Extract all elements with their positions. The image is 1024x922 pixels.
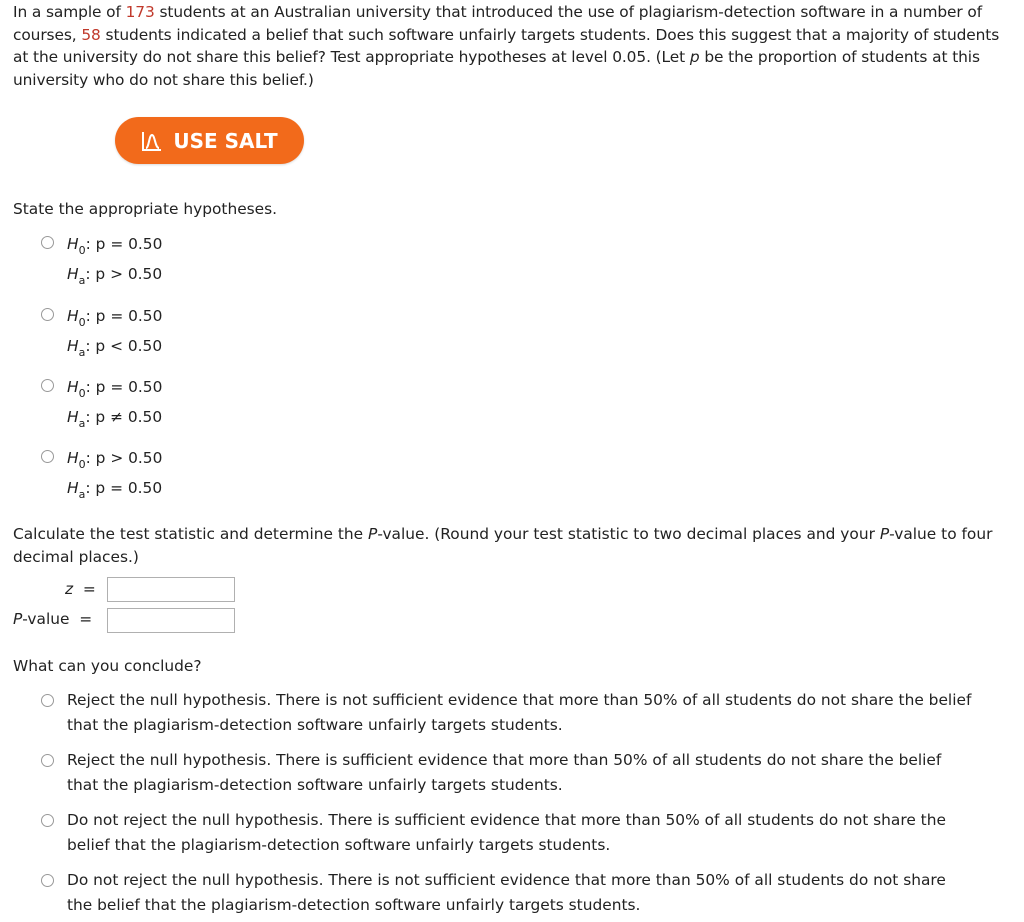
equals-sign: =: [82, 580, 96, 598]
h-symbol: H: [67, 378, 79, 396]
h-symbol: H: [67, 408, 79, 426]
h-subscript: 0: [78, 244, 86, 257]
h-symbol: H: [67, 337, 79, 355]
hypothesis-expression: : p = 0.50: [85, 479, 163, 497]
p-value-input[interactable]: [107, 608, 235, 633]
use-salt-button[interactable]: USE SALT: [115, 117, 304, 164]
z-symbol: z: [65, 580, 74, 598]
sample-size: 173: [125, 3, 155, 21]
hypothesis-radio[interactable]: [41, 236, 54, 249]
alternative-hypothesis: Ha: p > 0.50: [67, 259, 162, 291]
alternative-hypothesis: Ha: p ≠ 0.50: [67, 402, 162, 434]
distribution-curve-icon: [142, 131, 162, 151]
h-subscript: a: [78, 346, 86, 359]
z-label: z =: [65, 580, 96, 598]
conclusion-text: Reject the null hypothesis. There is suf…: [67, 751, 942, 769]
conclusion-option: Do not reject the null hypothesis. There…: [67, 868, 1024, 917]
h-symbol: H: [67, 265, 79, 283]
calc-prompt-part: Calculate the test statistic and determi…: [13, 525, 369, 543]
hypothesis-radio[interactable]: [41, 379, 54, 392]
conclusion-option: Reject the null hypothesis. There is not…: [67, 688, 1024, 737]
conclusion-radio[interactable]: [41, 694, 54, 707]
hypothesis-expression: : p ≠ 0.50: [85, 408, 163, 426]
conclusion-text: belief that the plagiarism-detection sof…: [67, 835, 611, 854]
hypothesis-expression: : p > 0.50: [85, 449, 163, 467]
h-subscript: a: [78, 274, 86, 287]
belief-count: 58: [81, 25, 101, 44]
conclusion-text: Reject the null hypothesis. There is not…: [67, 691, 972, 709]
hypothesis-expression: : p = 0.50: [85, 378, 163, 396]
variable-p: p: [689, 48, 700, 66]
calc-prompt: Calculate the test statistic and determi…: [13, 523, 1023, 568]
hypothesis-expression: : p > 0.50: [85, 265, 163, 283]
conclusion-radio[interactable]: [41, 754, 54, 767]
conclusion-option: Do not reject the null hypothesis. There…: [67, 808, 1024, 857]
alternative-hypothesis: Ha: p < 0.50: [67, 331, 162, 363]
null-hypothesis: H0: p = 0.50: [67, 301, 162, 333]
conclusion-prompt: What can you conclude?: [13, 657, 202, 675]
h-subscript: 0: [78, 458, 86, 471]
hypothesis-expression: : p < 0.50: [85, 337, 163, 355]
conclusion-radio[interactable]: [41, 874, 54, 887]
h-subscript: 0: [78, 316, 86, 329]
conclusion-text: Do not reject the null hypothesis. There…: [67, 811, 946, 829]
null-hypothesis: H0: p = 0.50: [67, 372, 162, 404]
h-symbol: H: [67, 235, 79, 253]
calc-prompt-p: P: [879, 525, 890, 543]
hypothesis-expression: : p = 0.50: [85, 235, 163, 253]
calc-prompt-p: P: [368, 525, 378, 543]
h-symbol: H: [67, 449, 79, 467]
hypothesis-expression: : p = 0.50: [85, 307, 163, 325]
z-input[interactable]: [107, 577, 235, 602]
equals-sign: =: [79, 610, 93, 628]
hypothesis-radio[interactable]: [41, 308, 54, 321]
p-value-text: -value: [22, 610, 70, 628]
question-text-part: In a sample of: [13, 3, 126, 21]
alternative-hypothesis: Ha: p = 0.50: [67, 473, 162, 505]
p-value-label: P-value =: [13, 610, 92, 628]
h-subscript: a: [78, 488, 86, 501]
calc-prompt-part: -value. (Round your test statistic to tw…: [377, 525, 880, 543]
p-symbol: P: [13, 610, 23, 628]
conclusion-radio[interactable]: [41, 814, 54, 827]
conclusion-text: the belief that the plagiarism-detection…: [67, 895, 641, 914]
h-subscript: 0: [78, 387, 86, 400]
null-hypothesis: H0: p > 0.50: [67, 443, 162, 475]
h-symbol: H: [67, 479, 79, 497]
conclusion-option: Reject the null hypothesis. There is suf…: [67, 748, 1024, 797]
h-symbol: H: [67, 307, 79, 325]
h-subscript: a: [78, 417, 86, 430]
question-text: In a sample of 173 students at an Austra…: [13, 1, 1018, 91]
conclusion-text: that the plagiarism-detection software u…: [67, 715, 563, 734]
null-hypothesis: H0: p = 0.50: [67, 229, 162, 261]
hypotheses-prompt: State the appropriate hypotheses.: [13, 200, 278, 218]
hypothesis-radio[interactable]: [41, 450, 54, 463]
use-salt-label: USE SALT: [173, 128, 278, 153]
conclusion-text: that the plagiarism-detection software u…: [67, 775, 563, 794]
conclusion-text: Do not reject the null hypothesis. There…: [67, 871, 946, 889]
